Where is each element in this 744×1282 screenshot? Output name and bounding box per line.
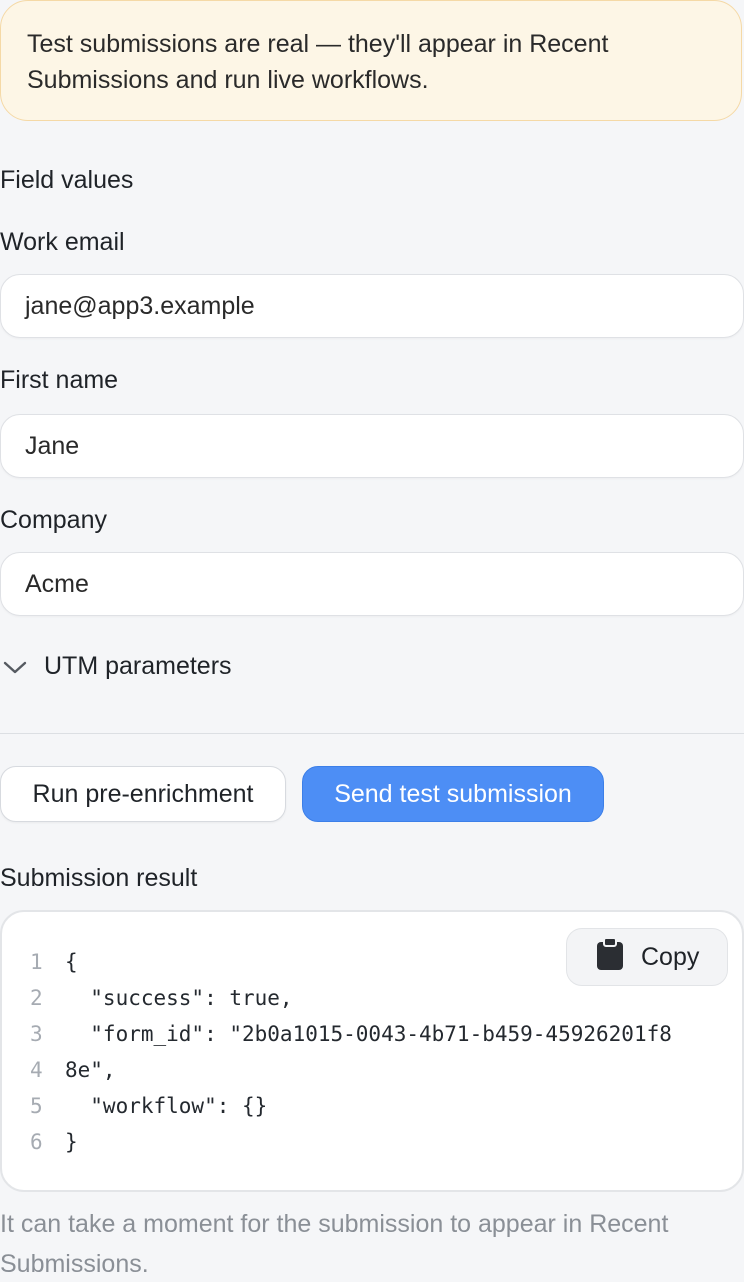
work-email-input[interactable]: jane@app3.example — [0, 274, 744, 338]
notice-text: Test submissions are real — they'll appe… — [27, 30, 609, 94]
submission-result-title: Submission result — [0, 864, 198, 892]
send-test-submission-label: Send test submission — [334, 779, 572, 808]
code-line: 4 8e", — [30, 1052, 672, 1088]
code-line: 6} — [30, 1124, 672, 1160]
chevron-down-icon — [0, 657, 30, 677]
first-name-label: First name — [0, 366, 119, 394]
line-number: 5 — [30, 1094, 43, 1118]
code-line: 2 "success": true, — [30, 980, 672, 1016]
footnote: It can take a moment for the submission … — [0, 1210, 669, 1278]
first-name-value: Jane — [25, 431, 80, 460]
run-pre-enrichment-label: Run pre-enrichment — [32, 779, 254, 808]
test-submission-panel: Test submissions are real — they'll appe… — [0, 0, 744, 1282]
warning-notice: Test submissions are real — they'll appe… — [0, 0, 742, 121]
line-text: 8e", — [65, 1058, 116, 1082]
company-input[interactable]: Acme — [0, 552, 744, 616]
line-number: 6 — [30, 1130, 43, 1154]
line-number: 3 — [30, 1022, 43, 1046]
first-name-input[interactable]: Jane — [0, 414, 744, 478]
line-text: "form_id": "2b0a1015-0043-4b71-b459-4592… — [65, 1022, 672, 1046]
code-line: 5 "workflow": {} — [30, 1088, 672, 1124]
divider — [0, 733, 744, 734]
field-values-title: Field values — [0, 166, 134, 194]
copy-label: Copy — [641, 942, 700, 971]
company-value: Acme — [25, 569, 89, 598]
line-number: 4 — [30, 1058, 43, 1082]
utm-parameters-toggle[interactable]: UTM parameters — [0, 652, 232, 681]
line-text: { — [65, 950, 78, 974]
code-line: 3 "form_id": "2b0a1015-0043-4b71-b459-45… — [30, 1016, 672, 1052]
submission-result-code: 1 { 2 "success": true, 3 "form_id": "2b0a… — [0, 910, 744, 1192]
line-number: 1 — [30, 950, 43, 974]
line-text: "success": true, — [65, 986, 293, 1010]
work-email-value: jane@app3.example — [25, 291, 255, 320]
utm-parameters-label: UTM parameters — [44, 652, 232, 680]
company-label: Company — [0, 506, 107, 534]
run-pre-enrichment-button[interactable]: Run pre-enrichment — [0, 766, 286, 822]
line-text: } — [65, 1130, 78, 1154]
line-number: 2 — [30, 986, 43, 1010]
send-test-submission-button[interactable]: Send test submission — [302, 766, 604, 822]
copy-button[interactable]: Copy — [566, 928, 728, 986]
clipboard-icon — [595, 936, 625, 978]
work-email-label: Work email — [0, 228, 125, 256]
line-text: "workflow": {} — [65, 1094, 268, 1118]
